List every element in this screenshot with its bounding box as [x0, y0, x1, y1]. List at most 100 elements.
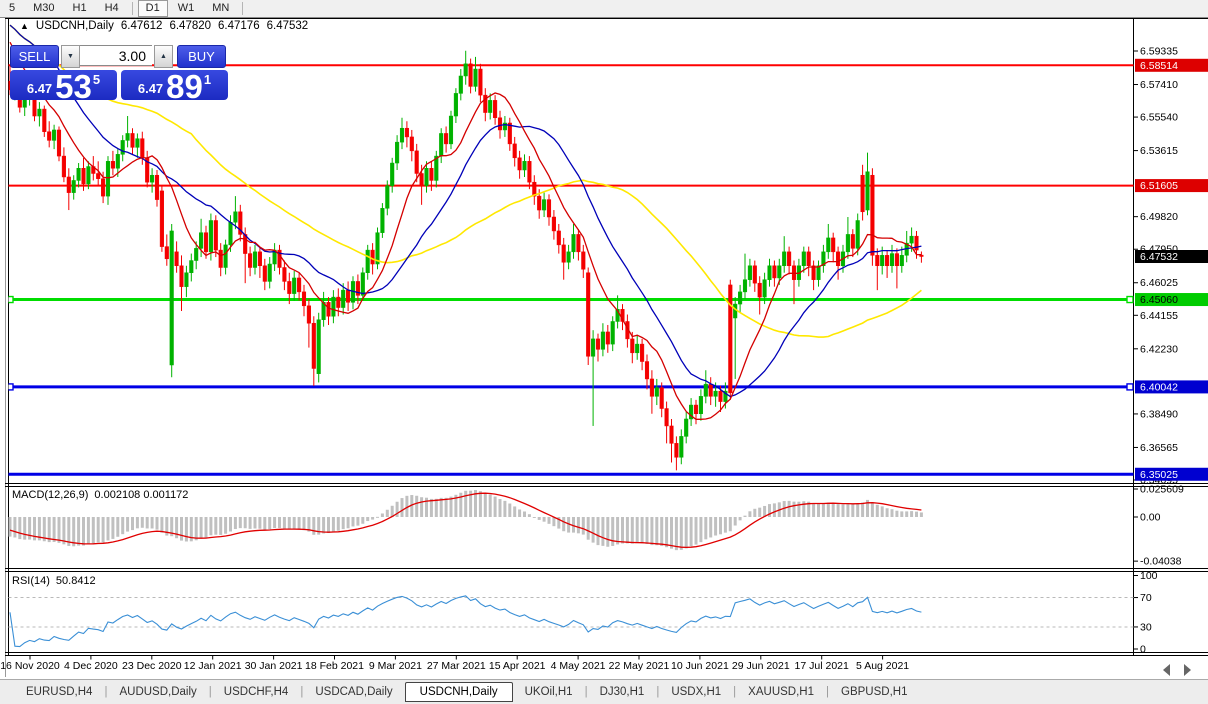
timeframe-button-h1[interactable]: H1 [65, 0, 95, 17]
tab-eurusd-h4[interactable]: EURUSD,H4 [14, 683, 104, 701]
sell-button[interactable]: SELL [10, 45, 59, 68]
line-handle[interactable] [1127, 297, 1133, 303]
macd-histogram-bar [827, 503, 830, 517]
tab-xauusd-h1[interactable]: XAUUSD,H1 [736, 683, 826, 701]
candle-body [292, 278, 296, 294]
rsi-axis-label: 30 [1140, 621, 1152, 633]
candle-body [204, 233, 208, 252]
chart-shift-icon: ▲ [20, 21, 29, 31]
sell-price-pip: 5 [93, 72, 100, 87]
rsi-value: 50.8412 [56, 575, 96, 587]
candle-body [82, 168, 86, 184]
candle-body [680, 436, 684, 457]
volume-decrease-button[interactable]: ▼ [61, 45, 80, 68]
candle-body [768, 266, 772, 280]
macd-histogram-bar [797, 502, 800, 517]
macd-histogram-bar [479, 491, 482, 517]
candle-body [258, 252, 262, 266]
timeframe-button-d1[interactable]: D1 [138, 0, 168, 17]
candle-body [699, 396, 703, 413]
scroll-right-icon[interactable] [1184, 664, 1191, 676]
spin-down-icon: ▼ [67, 53, 74, 60]
macd-axis-label: 0.00 [1140, 512, 1161, 524]
candle-body [665, 409, 669, 426]
macd-histogram-bar [332, 517, 335, 532]
tab-usdcad-daily[interactable]: USDCAD,Daily [303, 683, 404, 701]
tab-usdchf-h4[interactable]: USDCHF,H4 [212, 683, 301, 701]
date-label: 9 Mar 2021 [369, 660, 422, 672]
candle-body [577, 234, 581, 251]
candle-body [675, 443, 679, 457]
y-axis-label: 6.46025 [1140, 277, 1178, 289]
line-handle[interactable] [1127, 384, 1133, 390]
tab-usdcnh-daily[interactable]: USDCNH,Daily [405, 682, 513, 702]
volume-input[interactable] [80, 45, 152, 66]
macd-histogram-bar [606, 517, 609, 547]
price-badge-label: 6.47532 [1140, 251, 1178, 263]
candle-body [405, 128, 409, 137]
macd-histogram-bar [214, 517, 217, 535]
buy-button[interactable]: BUY [177, 45, 226, 68]
macd-histogram-bar [548, 517, 551, 524]
spin-up-icon: ▲ [160, 53, 167, 60]
candle-body [400, 128, 404, 142]
volume-increase-button[interactable]: ▲ [154, 45, 173, 68]
tab-audusd-daily[interactable]: AUDUSD,Daily [107, 683, 208, 701]
candle-body [885, 255, 889, 265]
macd-histogram-bar [817, 503, 820, 517]
candle-body [43, 109, 47, 132]
macd-histogram-bar [748, 511, 751, 517]
price-badge-label: 6.58514 [1140, 60, 1178, 72]
timeframe-button-m30[interactable]: M30 [25, 0, 62, 17]
candle-body [498, 118, 502, 130]
tab-ukoil-h1[interactable]: UKOil,H1 [513, 683, 585, 701]
macd-histogram-bar [234, 517, 237, 529]
timeframe-button-5[interactable]: 5 [1, 0, 23, 17]
candle-body [459, 76, 463, 93]
macd-histogram-bar [905, 511, 908, 517]
timeframe-button-mn[interactable]: MN [204, 0, 237, 17]
candle-body [469, 64, 473, 87]
candle-body [361, 273, 365, 296]
candle-body [194, 248, 198, 260]
macd-histogram-bar [690, 517, 693, 546]
candle-body [763, 280, 767, 297]
date-label: 27 Mar 2021 [427, 660, 486, 672]
timeframe-button-h4[interactable]: H4 [97, 0, 127, 17]
date-label: 4 May 2021 [551, 660, 606, 672]
tab-dj30-h1[interactable]: DJ30,H1 [588, 683, 657, 701]
date-label: 30 Jan 2021 [245, 660, 303, 672]
macd-histogram-bar [415, 496, 418, 517]
macd-histogram-bar [58, 517, 61, 543]
macd-histogram-bar [111, 517, 114, 539]
sell-price-box[interactable]: 6.47 53 5 [10, 70, 117, 100]
macd-histogram-bar [77, 517, 80, 546]
macd-histogram-bar [920, 512, 923, 517]
buy-price-box[interactable]: 6.47 89 1 [121, 70, 228, 100]
timeframe-button-w1[interactable]: W1 [170, 0, 203, 17]
macd-histogram-bar [503, 501, 506, 517]
date-label: 17 Jul 2021 [795, 660, 849, 672]
macd-histogram-bar [739, 517, 742, 520]
tab-gbpusd-h1[interactable]: GBPUSD,H1 [829, 683, 919, 701]
macd-histogram-bar [626, 517, 629, 543]
macd-histogram-bar [141, 517, 144, 528]
line-handle[interactable] [7, 384, 13, 390]
candle-body [160, 191, 164, 247]
macd-histogram-bar [528, 514, 531, 517]
macd-histogram-bar [288, 517, 291, 529]
candle-body [77, 168, 81, 180]
candle-body [704, 384, 708, 396]
chart-canvas: 6.593356.574106.555406.536156.498206.479… [0, 0, 1208, 704]
y-axis-label: 6.55540 [1140, 112, 1178, 124]
tab-usdx-h1[interactable]: USDX,H1 [659, 683, 733, 701]
macd-histogram-bar [327, 517, 330, 533]
trading-terminal-window: 5M30H1H4D1W1MN 6.593356.574106.555406.53… [0, 0, 1208, 704]
line-handle[interactable] [7, 297, 13, 303]
candle-body [733, 304, 737, 318]
macd-histogram-bar [709, 517, 712, 537]
candle-body [106, 161, 110, 196]
scroll-left-icon[interactable] [1163, 664, 1170, 676]
sell-price-big: 53 [55, 73, 92, 100]
toolbar-divider [242, 2, 243, 15]
